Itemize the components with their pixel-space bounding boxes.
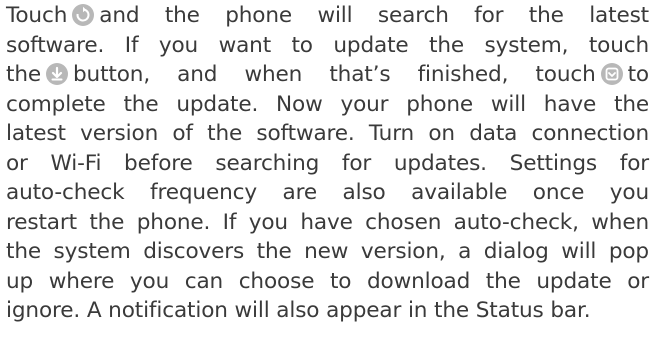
text-line-2: software. If you want to update the syst…: [6, 32, 649, 58]
refresh-icon: [72, 4, 95, 26]
line3-middle: button, and when that’s finished, touch: [73, 62, 596, 87]
text-line-4: complete the update. Now your phone will…: [6, 91, 649, 117]
text-line-7: auto-check frequency are also available …: [6, 180, 649, 205]
text-line-3: the button, and when that’s finished, tou…: [6, 60, 649, 90]
line1-end: and the phone will search for the latest: [99, 3, 649, 28]
download-icon: [46, 63, 68, 85]
text-line-11: ignore. A notification will also appear …: [6, 298, 591, 323]
text-line-6: or Wi-Fi before searching for updates. S…: [6, 150, 649, 176]
line3-start: the: [6, 62, 41, 87]
line1-start: Touch: [6, 3, 68, 28]
text-line-8: restart the phone. If you have chosen au…: [6, 209, 649, 235]
line3-end: to: [627, 62, 650, 87]
install-icon: [600, 63, 623, 85]
text-line-5: latest version of the software. Turn on …: [6, 121, 649, 146]
text-line-1: Touch and the phone will search for the l…: [6, 1, 649, 31]
text-line-9: the system discovers the new version, a …: [6, 239, 649, 264]
text-line-10: up where you can choose to download the …: [6, 268, 649, 294]
document: Touch and the phone will search for the l…: [0, 0, 653, 354]
instruction-paragraph: Touch and the phone will search for the l…: [6, 0, 649, 326]
